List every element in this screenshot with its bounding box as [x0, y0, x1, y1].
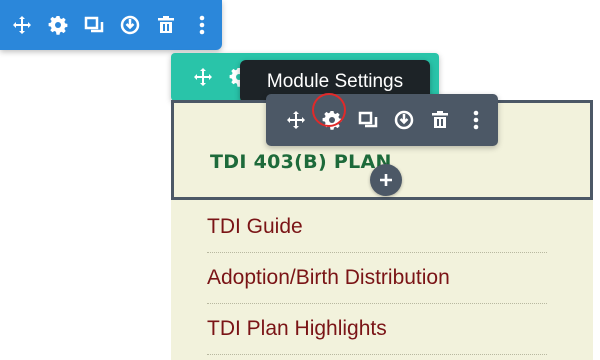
gear-icon	[48, 16, 68, 35]
list-item-link[interactable]: TDI Guide	[207, 202, 547, 253]
more-icon	[473, 110, 479, 130]
trash-icon	[432, 111, 448, 128]
module-delete-button[interactable]	[422, 94, 458, 146]
section-move-button[interactable]	[4, 0, 40, 50]
list-item-link[interactable]: Adoption/Birth Distribution	[207, 253, 547, 304]
section-toolbar	[0, 0, 222, 50]
module-toolbar	[266, 93, 498, 146]
module-more-button[interactable]	[458, 94, 494, 146]
link-list: TDI Guide Adoption/Birth Distribution TD…	[207, 202, 547, 355]
module-title: TDI 403(B) PLAN	[210, 151, 392, 173]
save-icon	[120, 15, 140, 35]
section-settings-button[interactable]	[40, 0, 76, 50]
add-module-button[interactable]	[370, 164, 402, 196]
more-icon	[199, 15, 205, 35]
module-move-button[interactable]	[278, 94, 314, 146]
plus-icon	[380, 174, 392, 186]
module-duplicate-button[interactable]	[350, 94, 386, 146]
move-icon	[287, 111, 305, 129]
move-icon	[13, 16, 31, 34]
duplicate-icon	[84, 16, 104, 33]
section-duplicate-button[interactable]	[76, 0, 112, 50]
highlight-ring	[312, 93, 346, 127]
row-move-button[interactable]	[185, 53, 221, 101]
trash-icon	[158, 16, 174, 33]
module-settings-button[interactable]	[312, 93, 350, 146]
section-more-button[interactable]	[184, 0, 220, 50]
section-save-button[interactable]	[112, 0, 148, 50]
list-item-link[interactable]: TDI Plan Highlights	[207, 304, 547, 355]
save-icon	[394, 110, 414, 130]
section-delete-button[interactable]	[148, 0, 184, 50]
move-icon	[194, 68, 212, 86]
duplicate-icon	[358, 111, 378, 128]
module-save-button[interactable]	[386, 94, 422, 146]
